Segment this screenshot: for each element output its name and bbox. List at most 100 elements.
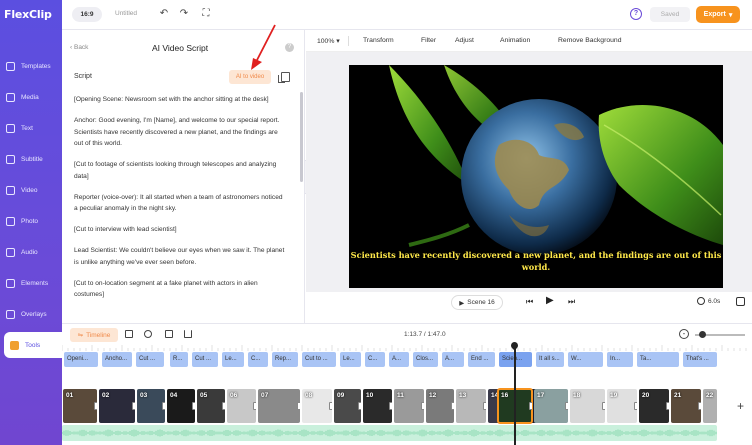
sidebar-item-templates[interactable]: Templates: [0, 53, 62, 79]
subtitle-chip[interactable]: It all s...: [536, 352, 564, 367]
subtitle-chip[interactable]: Openi...: [64, 352, 98, 367]
subtitle-chip[interactable]: Clos...: [413, 352, 438, 367]
subtitle-chip[interactable]: Ta...: [637, 352, 679, 367]
transition-icon[interactable]: [358, 402, 361, 410]
previous-icon[interactable]: ⏮: [526, 297, 533, 307]
transition-icon[interactable]: [389, 402, 392, 410]
ai-to-video-button[interactable]: AI to video: [229, 70, 271, 84]
subtitle-chip[interactable]: Scien...: [499, 352, 532, 367]
subtitle-chip[interactable]: A...: [389, 352, 409, 367]
zoom-out-icon[interactable]: -: [679, 329, 689, 339]
panel-help-icon[interactable]: ?: [285, 43, 294, 52]
sidebar-item-audio[interactable]: Audio: [0, 239, 62, 265]
transform-button[interactable]: Transform: [363, 37, 394, 44]
export-button[interactable]: Export ▾: [696, 6, 740, 23]
remove-background-button[interactable]: Remove Background: [558, 37, 621, 44]
video-subtitle[interactable]: Scientists have recently discovered a ne…: [349, 249, 723, 273]
sidebar-item-tools[interactable]: Tools: [4, 332, 62, 358]
transition-icon[interactable]: [565, 402, 568, 410]
transition-icon[interactable]: [162, 402, 165, 410]
scene-thumbnail[interactable]: 04: [167, 389, 195, 423]
subtitle-chip[interactable]: End ...: [468, 352, 495, 367]
scene-thumbnail[interactable]: 12: [426, 389, 454, 423]
sidebar-item-overlays[interactable]: Overlays: [0, 301, 62, 327]
zoom-dropdown[interactable]: 100% ▾: [317, 37, 340, 45]
transition-icon[interactable]: [421, 402, 424, 410]
transition-icon[interactable]: [666, 402, 669, 410]
subtitle-chip[interactable]: Cut to ...: [302, 352, 336, 367]
adjust-button[interactable]: Adjust: [455, 37, 474, 44]
transition-icon[interactable]: [94, 402, 97, 410]
scene-thumbnail[interactable]: 05: [197, 389, 225, 423]
subtitle-chip[interactable]: C...: [365, 352, 385, 367]
subtitle-chip[interactable]: Le...: [340, 352, 361, 367]
fullscreen-icon[interactable]: ⛶: [200, 8, 212, 20]
scene-thumbnail[interactable]: 19: [607, 389, 637, 423]
play-icon[interactable]: ▶: [546, 295, 554, 306]
sidebar-item-text[interactable]: Text: [0, 115, 62, 141]
transition-icon[interactable]: [634, 402, 637, 410]
subtitle-chip[interactable]: Ancho...: [102, 352, 132, 367]
scene-thumbnail[interactable]: 20: [639, 389, 669, 423]
timeline-button[interactable]: ⇋ Timeline: [70, 328, 118, 342]
scene-thumbnail[interactable]: 08: [302, 389, 332, 423]
redo-icon[interactable]: ↷: [178, 8, 190, 20]
filter-button[interactable]: Filter: [421, 37, 436, 44]
delete-icon[interactable]: [184, 330, 192, 338]
scene-thumbnail[interactable]: 22: [703, 389, 717, 423]
scene-thumbnail[interactable]: 01: [63, 389, 97, 423]
script-scrollbar[interactable]: [300, 92, 303, 182]
transition-icon[interactable]: [132, 402, 135, 410]
scene-thumbnail[interactable]: 02: [99, 389, 135, 423]
subtitle-chip[interactable]: Cut ...: [192, 352, 218, 367]
flexclip-logo[interactable]: FlexClip: [4, 8, 52, 21]
duplicate-icon[interactable]: [165, 330, 173, 338]
scene-thumbnail[interactable]: 21: [671, 389, 701, 423]
video-preview[interactable]: Scientists have recently discovered a ne…: [349, 65, 723, 288]
script-textarea[interactable]: [Opening Scene: Newsroom set with the an…: [74, 94, 286, 322]
help-icon[interactable]: ?: [630, 8, 642, 20]
subtitle-chip[interactable]: That's ...: [683, 352, 717, 367]
transition-icon[interactable]: [483, 402, 486, 410]
sidebar-item-video[interactable]: Video: [0, 177, 62, 203]
add-scene-button[interactable]: +: [737, 399, 744, 413]
scene-thumbnail[interactable]: 10: [363, 389, 392, 423]
aspect-ratio-button[interactable]: 16:9: [72, 7, 102, 22]
transition-icon[interactable]: [329, 402, 332, 410]
scene-thumbnail[interactable]: 11: [394, 389, 424, 423]
split-icon[interactable]: [144, 330, 152, 338]
sidebar-item-elements[interactable]: Elements: [0, 270, 62, 296]
zoom-slider-knob[interactable]: [699, 331, 706, 338]
transition-icon[interactable]: [698, 402, 701, 410]
subtitle-chip[interactable]: Cut ...: [136, 352, 164, 367]
sidebar-item-media[interactable]: Media: [0, 84, 62, 110]
sidebar-item-photo[interactable]: Photo: [0, 208, 62, 234]
document-title[interactable]: Untitled: [115, 10, 137, 17]
subtitle-chip[interactable]: A...: [442, 352, 464, 367]
next-icon[interactable]: ⏭: [568, 297, 575, 307]
scene-selector[interactable]: ▶ Scene 16: [451, 295, 503, 310]
scene-thumbnail[interactable]: 13: [456, 389, 486, 423]
subtitle-chip[interactable]: Le...: [222, 352, 244, 367]
transition-icon[interactable]: [451, 402, 454, 410]
transition-icon[interactable]: [602, 402, 605, 410]
transition-icon[interactable]: [529, 402, 532, 410]
transition-icon[interactable]: [253, 402, 256, 410]
duration-display[interactable]: 6.0s: [697, 297, 720, 305]
scene-thumbnail[interactable]: 03: [137, 389, 165, 423]
audio-track[interactable]: [62, 425, 717, 441]
subtitle-chip[interactable]: In...: [607, 352, 633, 367]
expand-icon[interactable]: [736, 297, 745, 306]
subtitle-chip[interactable]: R...: [170, 352, 188, 367]
scene-thumbnail[interactable]: 17: [534, 389, 568, 423]
subtitle-chip[interactable]: C...: [248, 352, 268, 367]
transition-icon[interactable]: [297, 402, 300, 410]
scene-thumbnail[interactable]: 06: [227, 389, 256, 423]
playhead[interactable]: [514, 344, 516, 445]
sidebar-item-subtitle[interactable]: Subtitle: [0, 146, 62, 172]
transition-icon[interactable]: [222, 402, 225, 410]
back-button[interactable]: ‹ Back: [70, 44, 88, 51]
undo-icon[interactable]: ↶: [158, 8, 170, 20]
scene-thumbnail[interactable]: 07: [258, 389, 300, 423]
transition-icon[interactable]: [192, 402, 195, 410]
